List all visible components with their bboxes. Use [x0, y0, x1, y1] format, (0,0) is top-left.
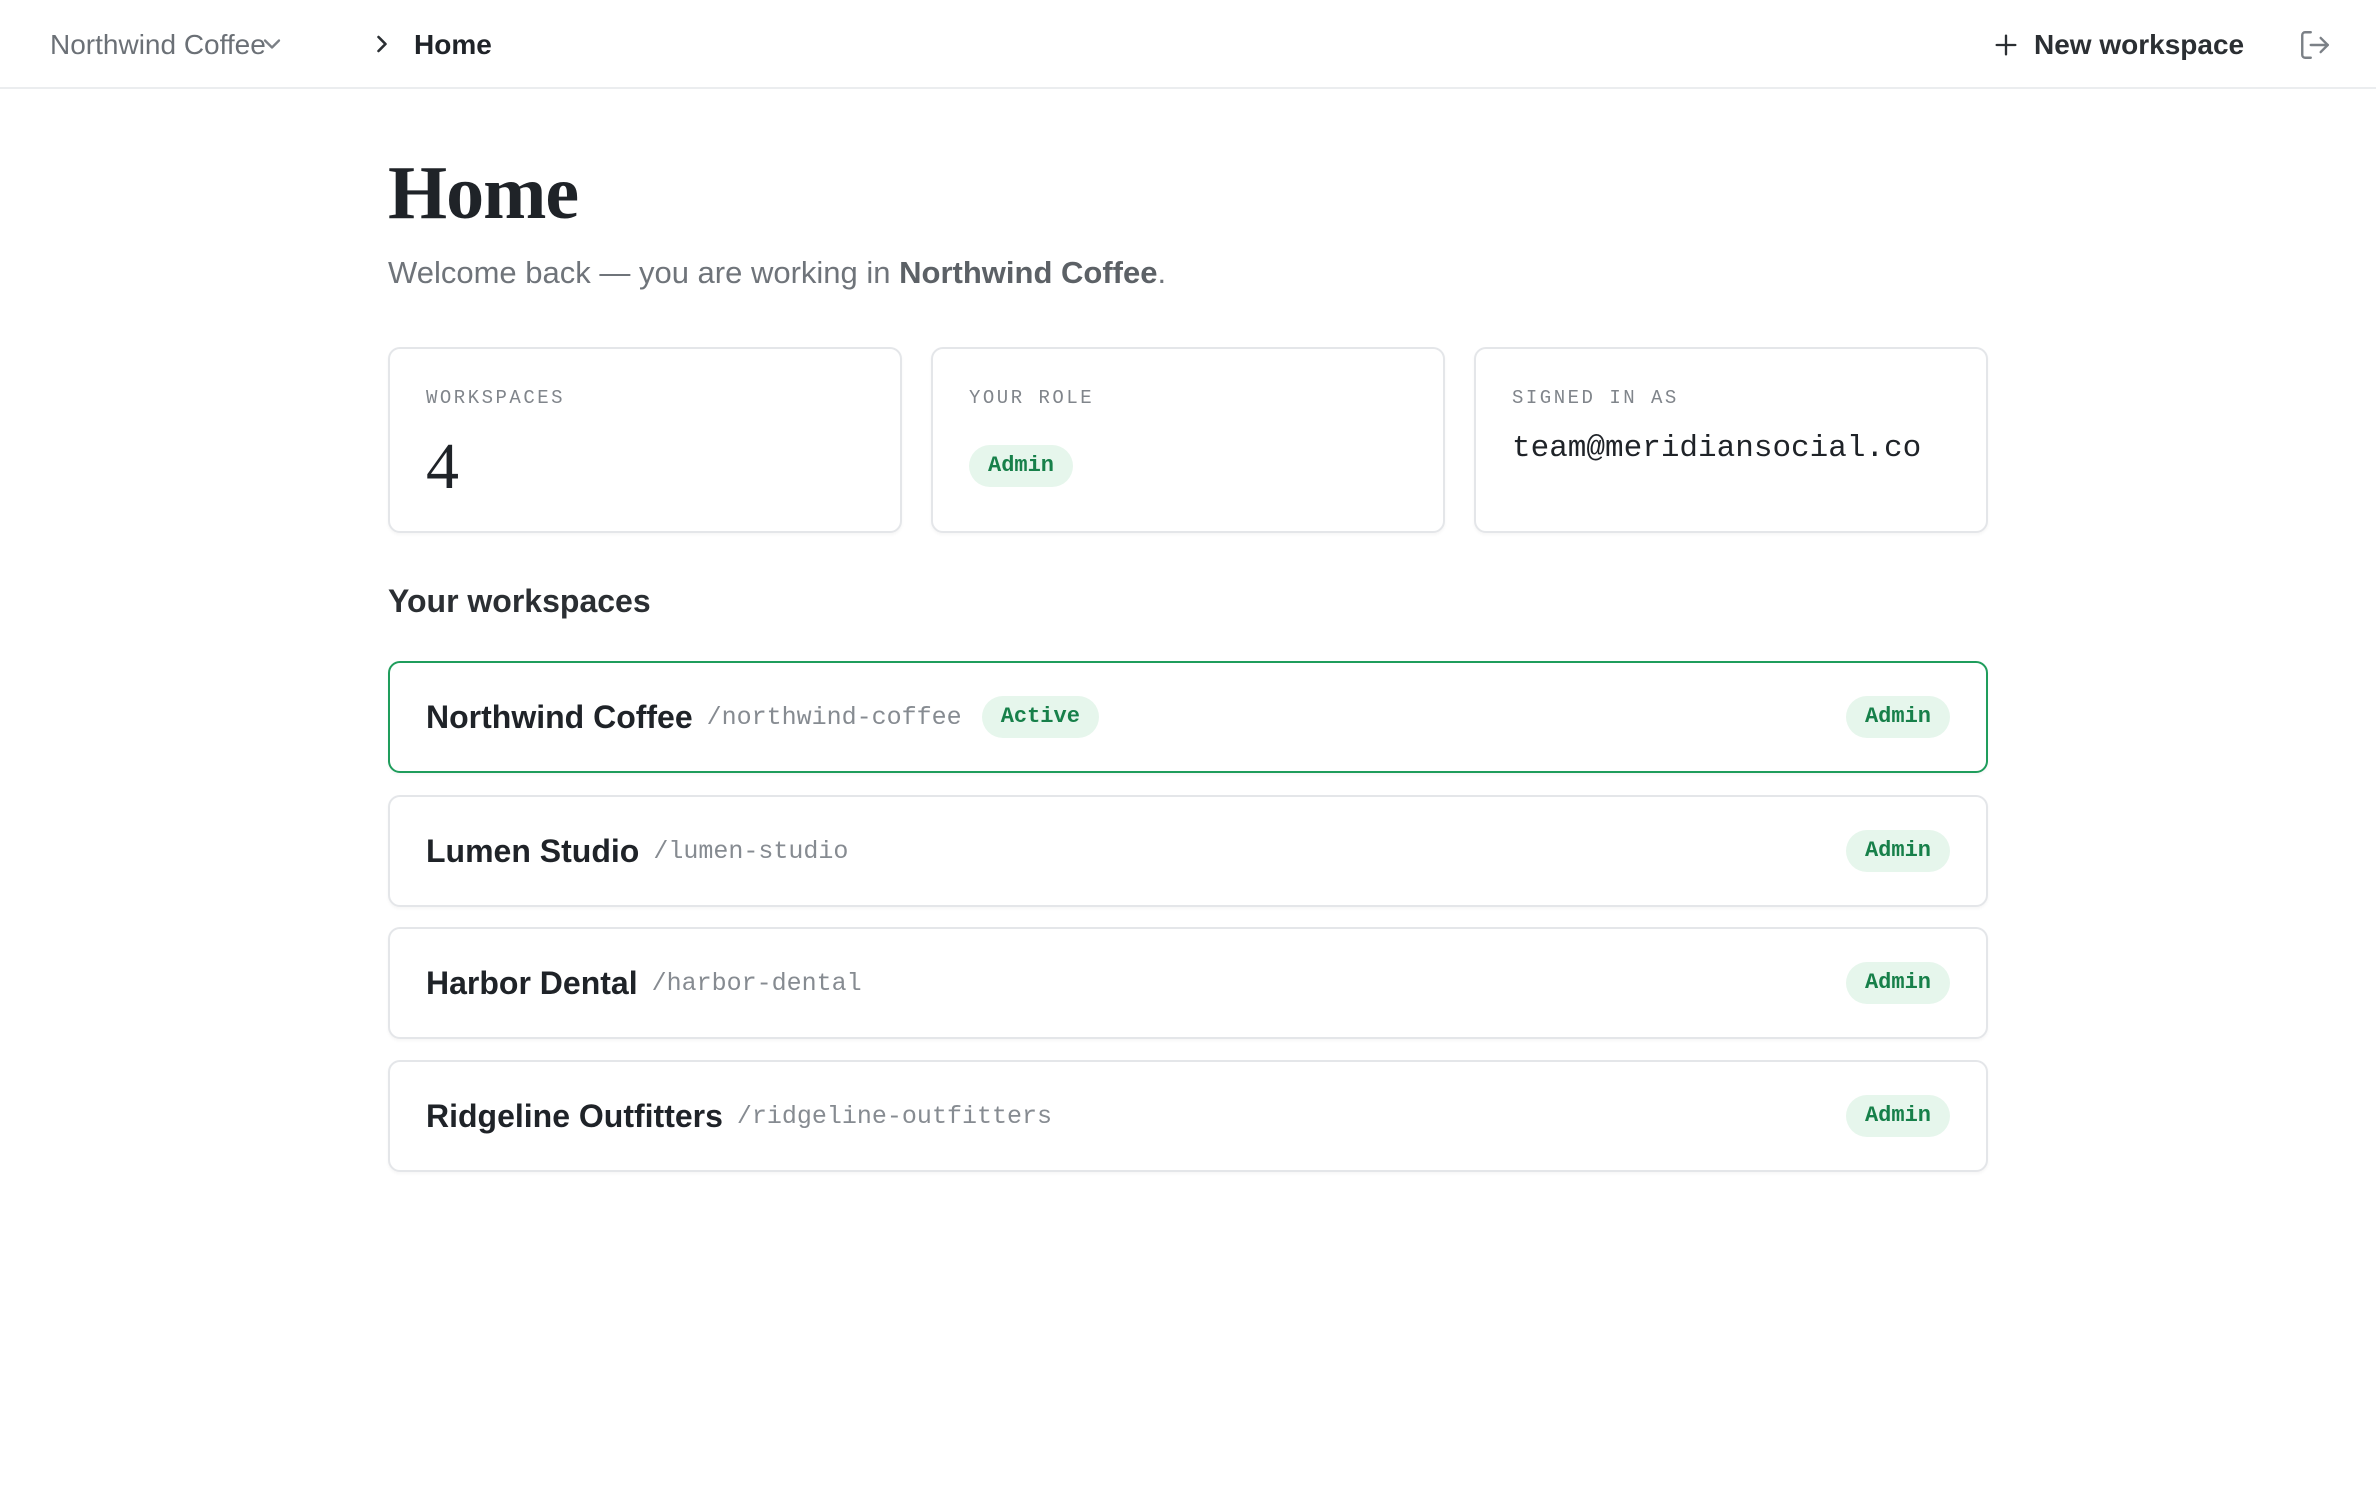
workspace-slug: /ridgeline-outfitters — [736, 1101, 1052, 1131]
workspace-name: Harbor Dental — [426, 964, 638, 1001]
workspace-slug: /harbor-dental — [651, 968, 862, 998]
role-card: YOUR ROLE Admin — [931, 347, 1445, 533]
workspaces-section-title: Your workspaces — [388, 583, 651, 619]
workspace-role-badge: Admin — [1845, 1095, 1950, 1137]
workspace-slug: /northwind-coffee — [706, 702, 962, 732]
signed-in-label: SIGNED IN AS — [1512, 387, 1679, 409]
role-badge: Admin — [969, 445, 1074, 487]
workspaces-count-label: WORKSPACES — [426, 387, 566, 409]
workspaces-count-card: WORKSPACES 4 — [388, 347, 902, 533]
subtitle-suffix: . — [1157, 255, 1167, 290]
page-title: Home — [388, 151, 579, 235]
workspace-row-harbor-dental[interactable]: Harbor Dental /harbor-dental Admin — [388, 927, 1988, 1039]
new-workspace-label: New workspace — [2034, 28, 2245, 60]
workspace-slug: /lumen-studio — [653, 836, 849, 866]
workspace-name: Ridgeline Outfitters — [426, 1097, 723, 1134]
workspace-row-northwind-coffee[interactable]: Northwind Coffee /northwind-coffee Activ… — [388, 661, 1988, 773]
breadcrumb-current: Home — [414, 29, 492, 60]
workspace-row-ridgeline-outfitters[interactable]: Ridgeline Outfitters /ridgeline-outfitte… — [388, 1060, 1988, 1172]
role-label: YOUR ROLE — [969, 387, 1095, 409]
signed-in-card: SIGNED IN AS team@meridiansocial.co — [1474, 347, 1988, 533]
workspace-role-badge: Admin — [1845, 830, 1950, 872]
workspace-role-badge: Admin — [1845, 696, 1950, 738]
active-badge: Active — [981, 696, 1099, 738]
workspace-name: Northwind Coffee — [426, 698, 693, 735]
top-bar: Northwind Coffee Home New workspace — [0, 0, 2376, 89]
chevron-right-icon — [377, 35, 387, 53]
chevron-down-icon[interactable] — [258, 30, 286, 58]
new-workspace-button[interactable]: New workspace — [1992, 0, 2244, 89]
workspace-role-badge: Admin — [1845, 962, 1950, 1004]
workspace-row-lumen-studio[interactable]: Lumen Studio /lumen-studio Admin — [388, 795, 1988, 907]
stat-cards: WORKSPACES 4 YOUR ROLE Admin SIGNED IN A… — [388, 347, 1988, 533]
workspace-switcher[interactable]: Northwind Coffee — [50, 0, 266, 89]
welcome-subtitle: Welcome back — you are working in Northw… — [388, 255, 1166, 291]
subtitle-workspace: Northwind Coffee — [899, 255, 1158, 290]
plus-icon — [1995, 34, 2017, 55]
workspace-name: Lumen Studio — [426, 832, 640, 869]
subtitle-prefix: Welcome back — you are working in — [388, 255, 900, 290]
workspace-switcher-label: Northwind Coffee — [50, 28, 266, 60]
signed-in-email: team@meridiansocial.co — [1512, 431, 1922, 466]
logout-icon[interactable] — [2298, 28, 2332, 62]
workspaces-count-value: 4 — [426, 430, 459, 503]
